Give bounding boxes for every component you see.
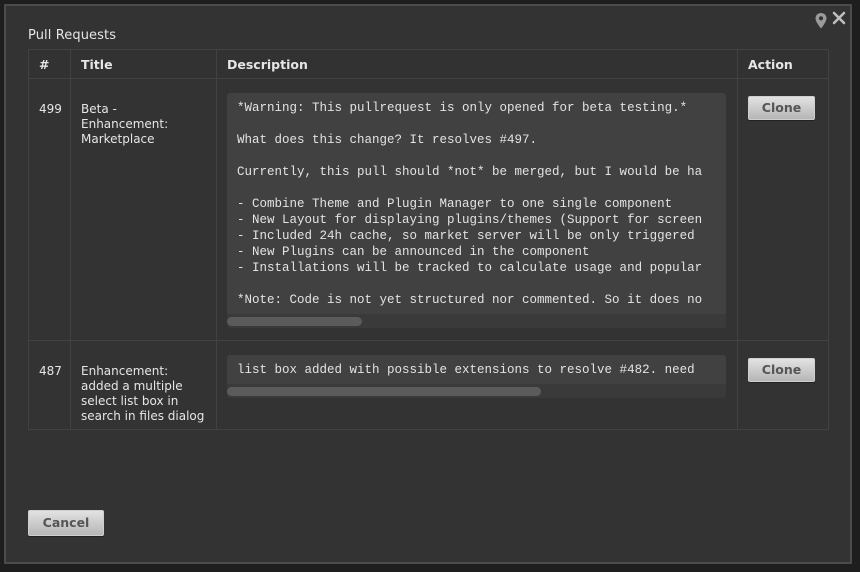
- clone-button[interactable]: Clone: [748, 96, 815, 120]
- dialog-title: Pull Requests: [28, 28, 117, 43]
- pr-title: Beta - Enhancement: Marketplace: [70, 78, 217, 341]
- pr-number: 499: [28, 78, 71, 341]
- table-row: 487 Enhancement: added a multiple select…: [28, 340, 829, 430]
- pr-number: 487: [28, 340, 71, 430]
- scrollbar-thumb[interactable]: [227, 387, 542, 396]
- pr-description-cell: list box added with possible extensions …: [216, 340, 738, 430]
- column-header-title: Title: [70, 49, 217, 79]
- pr-description: list box added with possible extensions …: [237, 363, 695, 377]
- column-header-action: Action: [737, 49, 829, 79]
- pr-action-cell: Clone: [737, 78, 829, 341]
- close-icon[interactable]: [832, 11, 846, 25]
- description-scroll-box[interactable]: *Warning: This pullrequest is only opene…: [227, 93, 726, 328]
- pr-title: Enhancement: added a multiple select lis…: [70, 340, 217, 430]
- horizontal-scrollbar[interactable]: [227, 384, 726, 398]
- scrollbar-thumb[interactable]: [227, 317, 362, 326]
- pr-description-cell: *Warning: This pullrequest is only opene…: [216, 78, 738, 341]
- description-scroll-box[interactable]: list box added with possible extensions …: [227, 355, 726, 398]
- cancel-button[interactable]: Cancel: [28, 510, 104, 536]
- horizontal-scrollbar[interactable]: [227, 314, 726, 328]
- pr-action-cell: Clone: [737, 340, 829, 430]
- pr-description: *Warning: This pullrequest is only opene…: [237, 101, 703, 307]
- pull-requests-dialog: Pull Requests # Title Description Action…: [4, 4, 852, 564]
- column-header-description: Description: [216, 49, 738, 79]
- column-header-number: #: [28, 49, 71, 79]
- pull-requests-table: # Title Description Action 499 Beta - En…: [28, 49, 829, 430]
- map-pin-icon[interactable]: [814, 12, 828, 30]
- clone-button[interactable]: Clone: [748, 358, 815, 382]
- table-row: 499 Beta - Enhancement: Marketplace *War…: [28, 78, 829, 341]
- table-header-row: # Title Description Action: [28, 49, 829, 79]
